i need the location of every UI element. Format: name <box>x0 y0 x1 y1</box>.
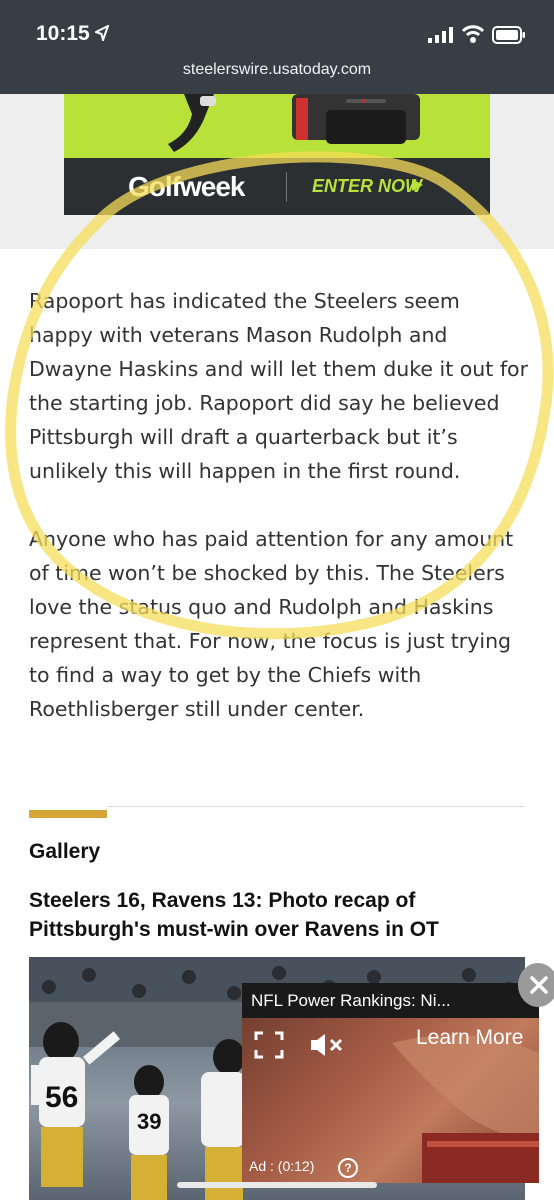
help-icon[interactable]: ? <box>338 1158 358 1178</box>
golfweek-logo-text: Golfweek <box>128 171 245 202</box>
ad-banner-area: Golfweek ENTER NOW <box>0 94 554 249</box>
learn-more-button[interactable]: Learn More <box>416 1026 523 1050</box>
fullscreen-icon[interactable] <box>254 1031 284 1059</box>
enter-now-button[interactable]: ENTER NOW <box>312 176 422 197</box>
home-indicator[interactable] <box>177 1182 377 1188</box>
status-time: 10:15 <box>36 22 90 45</box>
mute-icon[interactable] <box>309 1032 345 1058</box>
ad-banner-image[interactable] <box>64 94 490 158</box>
ad-cta-strip[interactable]: Golfweek ENTER NOW <box>64 158 490 215</box>
cellular-signal-icon <box>428 27 453 43</box>
gallery-title-link[interactable]: Steelers 16, Ravens 13: Photo recap of P… <box>29 886 529 944</box>
battery-icon <box>492 26 525 44</box>
play-arrow-icon <box>412 179 423 191</box>
gallery-heading: Gallery <box>29 840 101 863</box>
article-paragraph-2: Anyone who has paid attention for any am… <box>29 527 514 721</box>
jersey-number-56: 56 <box>45 1081 78 1114</box>
location-arrow-icon <box>95 25 109 41</box>
ad-divider <box>286 172 287 202</box>
video-title: NFL Power Rankings: Ni... <box>251 991 451 1010</box>
close-video-button[interactable] <box>518 963 554 1007</box>
article-paragraph-1: Rapoport has indicated the Steelers seem… <box>29 289 529 483</box>
article-body: Rapoport has indicated the Steelers seem… <box>29 284 529 760</box>
browser-top-bar: 10:15 steelerswire.usatoday.com <box>0 0 554 94</box>
url-bar[interactable]: steelerswire.usatoday.com <box>0 61 554 79</box>
close-icon <box>530 976 548 994</box>
golf-gear-illustration <box>168 94 420 152</box>
video-titlebar: NFL Power Rankings: Ni... <box>242 983 539 1018</box>
jersey-number-39: 39 <box>137 1109 161 1134</box>
ad-timer: Ad : (0:12) <box>249 1158 315 1174</box>
wifi-icon <box>461 25 485 43</box>
section-divider-accent <box>29 810 107 818</box>
video-ad-player[interactable]: NFL Power Rankings: Ni... Learn More Ad … <box>242 983 539 1183</box>
section-divider-line <box>107 806 525 807</box>
